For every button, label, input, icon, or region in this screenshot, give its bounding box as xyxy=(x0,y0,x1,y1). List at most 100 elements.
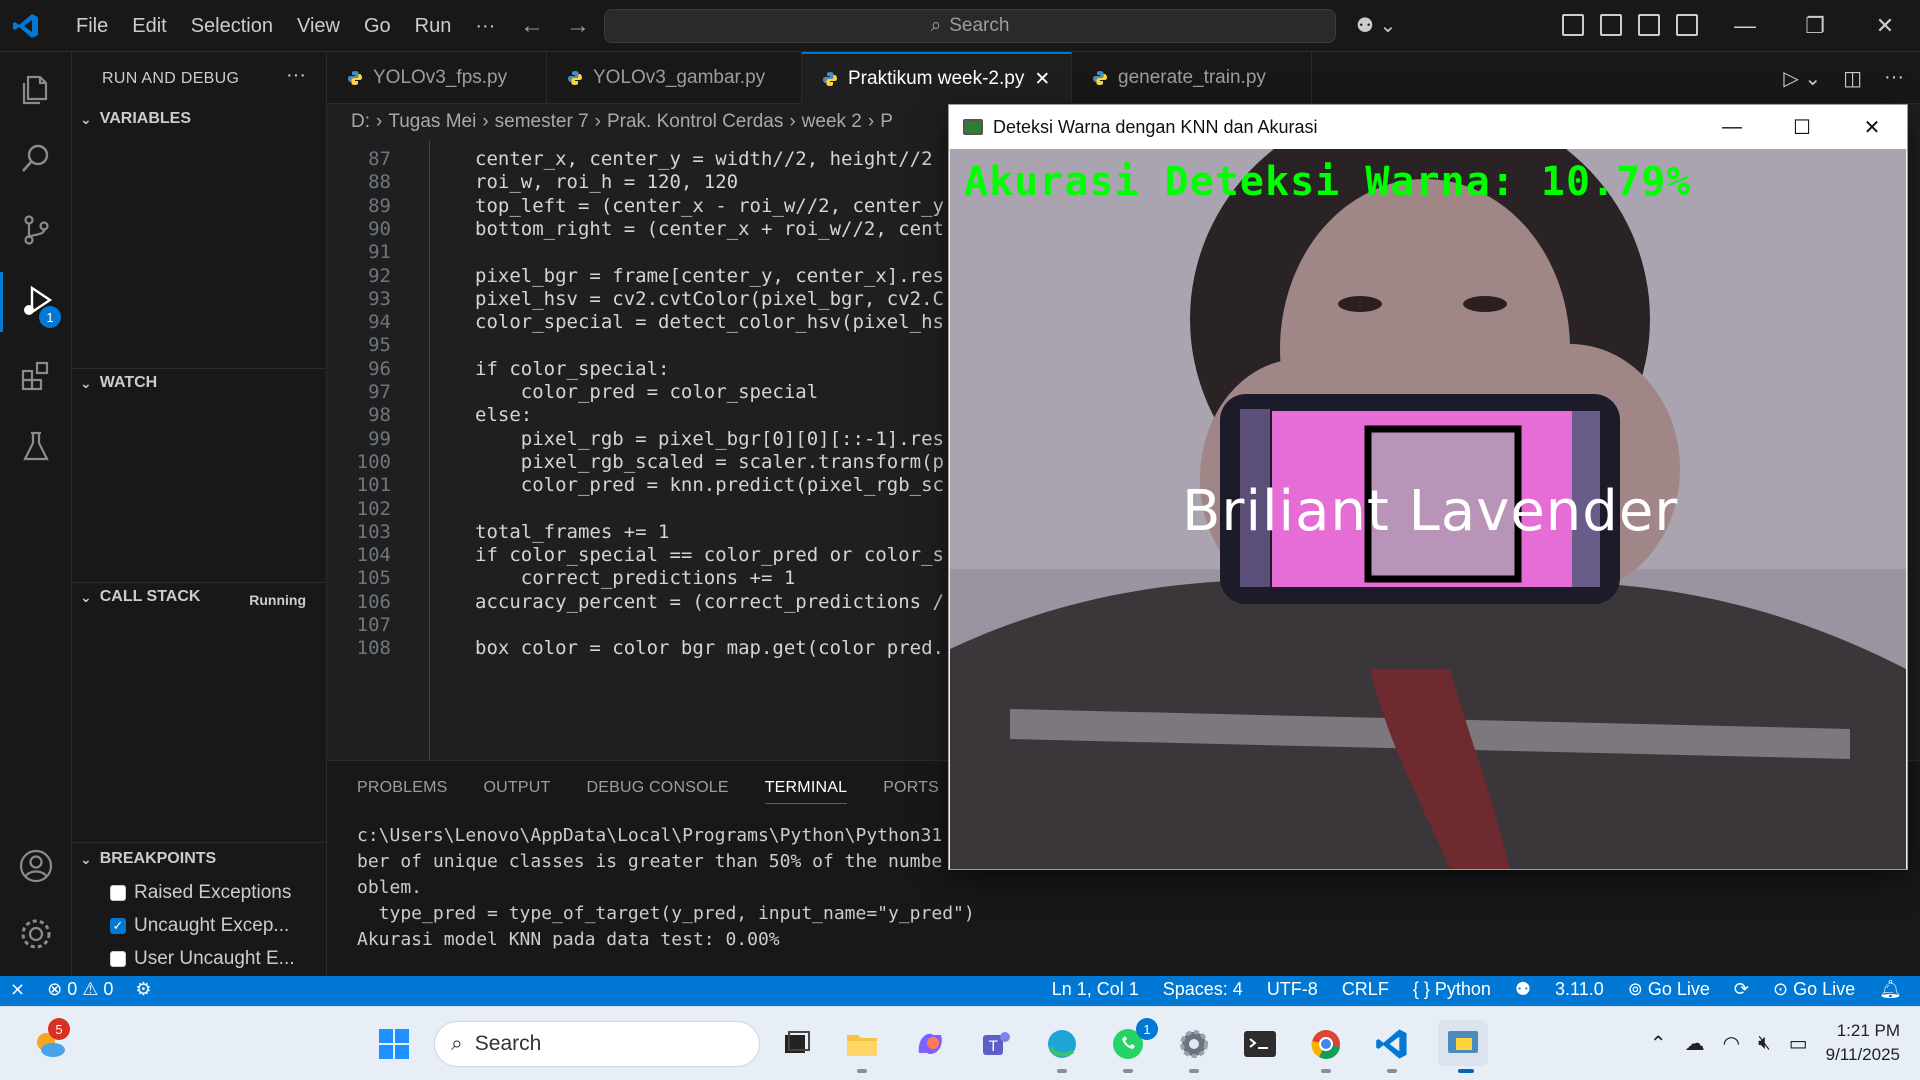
run-and-debug-icon[interactable]: 1 xyxy=(0,272,72,332)
tab-generate-train[interactable]: generate_train.py xyxy=(1072,52,1312,104)
source-control-icon[interactable] xyxy=(0,200,72,260)
settings-gear-icon[interactable] xyxy=(1174,1024,1214,1064)
terminal-output[interactable]: c:\Users\Lenovo\AppData\Local\Programs\P… xyxy=(357,823,975,953)
breadcrumb-item[interactable]: semester 7 xyxy=(495,111,589,133)
volume-muted-icon[interactable]: 🔇︎ xyxy=(1758,1032,1771,1055)
callstack-section-header[interactable]: ⌄ CALL STACK xyxy=(80,588,200,606)
tab-ports[interactable]: PORTS xyxy=(883,779,939,804)
vscode-taskbar-icon[interactable] xyxy=(1372,1024,1412,1064)
tab-problems[interactable]: PROBLEMS xyxy=(357,779,448,804)
show-hidden-icons-chevron-up-icon[interactable]: ⌃ xyxy=(1650,1031,1667,1056)
encoding[interactable]: UTF-8 xyxy=(1267,979,1318,1000)
tab-praktikum-week-2[interactable]: Praktikum week-2.py ✕ xyxy=(802,52,1072,104)
remote-icon[interactable]: ⨯ xyxy=(10,979,25,1000)
go-live-button-1[interactable]: ⊚ Go Live xyxy=(1628,979,1710,1000)
customize-layout-icon[interactable] xyxy=(1562,14,1584,36)
tab-yolov3-fps[interactable]: YOLOv3_fps.py xyxy=(327,52,547,104)
tab-output[interactable]: OUTPUT xyxy=(484,779,551,804)
manage-gear-icon[interactable] xyxy=(0,904,72,964)
accounts-icon[interactable] xyxy=(0,836,72,896)
checkbox[interactable] xyxy=(110,885,126,901)
breakpoint-uncaught-exceptions[interactable]: ✓ Uncaught Excep... xyxy=(110,915,289,937)
explorer-icon[interactable] xyxy=(0,60,72,120)
breadcrumb-item[interactable]: week 2 xyxy=(802,111,862,133)
breadcrumb-item[interactable]: Tugas Mei xyxy=(388,111,476,133)
search-view-icon[interactable] xyxy=(0,128,72,188)
edge-browser-icon[interactable] xyxy=(1042,1024,1082,1064)
accuracy-overlay-text: Akurasi Deteksi Warna: 10.79% xyxy=(964,159,1692,205)
notifications-bell-icon[interactable]: 🔔︎ xyxy=(1879,979,1902,1000)
extensions-icon[interactable] xyxy=(0,346,72,406)
close-icon[interactable]: ✕ xyxy=(1850,0,1920,52)
opencv-title-bar[interactable]: Deteksi Warna dengan KNN dan Akurasi — ☐… xyxy=(949,105,1907,149)
debug-status-icon[interactable]: ⚙ xyxy=(135,979,151,1000)
breadcrumb-item[interactable]: D: xyxy=(351,111,370,133)
clock[interactable]: 1:21 PM 9/11/2025 xyxy=(1826,1019,1900,1067)
tab-yolov3-gambar[interactable]: YOLOv3_gambar.py xyxy=(547,52,802,104)
taskbar-search[interactable]: ⌕ Search xyxy=(434,1021,760,1067)
tab-close-icon[interactable]: ✕ xyxy=(1034,68,1050,91)
menu-file[interactable]: File xyxy=(64,15,120,38)
python-version[interactable]: 3.11.0 xyxy=(1555,979,1604,1000)
sidebar-more-icon[interactable]: ··· xyxy=(286,64,306,87)
restore-icon[interactable]: ❐ xyxy=(1780,0,1850,52)
whatsapp-icon[interactable]: 1 xyxy=(1108,1018,1158,1064)
checkbox-checked[interactable]: ✓ xyxy=(110,918,126,934)
python-app-icon[interactable] xyxy=(1438,1020,1488,1066)
problems-status[interactable]: ⊗ 0 ⚠ 0 xyxy=(47,979,113,1000)
breakpoints-section-header[interactable]: ⌄ BREAKPOINTS xyxy=(80,850,216,868)
opencv-window[interactable]: Deteksi Warna dengan KNN dan Akurasi — ☐… xyxy=(948,104,1908,870)
weather-widget-icon[interactable]: 5 xyxy=(30,1018,70,1064)
maximize-icon[interactable]: ☐ xyxy=(1767,105,1837,149)
copilot-status-icon[interactable]: ⚉ xyxy=(1515,979,1531,1000)
chrome-icon[interactable] xyxy=(1306,1024,1346,1064)
python-file-icon xyxy=(1093,71,1107,85)
watch-section-header[interactable]: ⌄ WATCH xyxy=(80,374,157,392)
callstack-status: Running xyxy=(249,592,306,608)
testing-flask-icon[interactable] xyxy=(0,416,72,476)
code-editor[interactable]: 87 center_x, center_y = width//2, height/… xyxy=(327,140,957,760)
toggle-secondary-sidebar-icon[interactable] xyxy=(1676,14,1698,36)
back-arrow-icon[interactable]: ← xyxy=(520,12,544,40)
close-icon[interactable]: ✕ xyxy=(1837,105,1907,149)
line-ending[interactable]: CRLF xyxy=(1342,979,1389,1000)
teams-icon[interactable]: T xyxy=(976,1024,1016,1064)
file-explorer-icon[interactable] xyxy=(842,1024,882,1064)
toggle-primary-sidebar-icon[interactable] xyxy=(1600,14,1622,36)
menu-view[interactable]: View xyxy=(285,15,352,38)
breakpoint-raised-exceptions[interactable]: Raised Exceptions xyxy=(110,882,291,904)
battery-icon[interactable]: ▭ xyxy=(1789,1031,1808,1056)
menu-edit[interactable]: Edit xyxy=(120,15,178,38)
toggle-panel-icon[interactable] xyxy=(1638,14,1660,36)
copilot-app-icon[interactable] xyxy=(910,1024,950,1064)
minimize-icon[interactable]: — xyxy=(1710,0,1780,52)
breakpoint-user-uncaught[interactable]: User Uncaught E... xyxy=(110,948,295,970)
language-mode[interactable]: { } Python xyxy=(1413,979,1491,1000)
run-play-icon[interactable]: ▷ ⌄ xyxy=(1783,66,1821,91)
menu-run[interactable]: Run xyxy=(403,15,464,38)
sync-icon[interactable]: ⟳ xyxy=(1734,979,1749,1000)
menu-more[interactable]: ··· xyxy=(463,15,507,38)
task-view-icon[interactable] xyxy=(776,1024,816,1064)
checkbox[interactable] xyxy=(110,951,126,967)
variables-section-header[interactable]: ⌄ VARIABLES xyxy=(80,110,191,128)
copilot-menu-icon[interactable]: ⚉ ⌄ xyxy=(1356,13,1396,38)
more-actions-icon[interactable]: ··· xyxy=(1884,66,1904,91)
cloud-off-icon[interactable]: ☁ xyxy=(1685,1031,1705,1056)
forward-arrow-icon[interactable]: → xyxy=(566,12,590,40)
breadcrumb-item[interactable]: Prak. Kontrol Cerdas xyxy=(607,111,783,133)
split-editor-icon[interactable]: ◫ xyxy=(1843,66,1862,91)
indentation[interactable]: Spaces: 4 xyxy=(1163,979,1243,1000)
minimize-icon[interactable]: — xyxy=(1697,105,1767,149)
tab-terminal[interactable]: TERMINAL xyxy=(764,779,848,804)
go-live-button-2[interactable]: ⊙ Go Live xyxy=(1773,979,1855,1000)
start-windows-icon[interactable] xyxy=(374,1024,414,1064)
wifi-icon[interactable]: ◠ xyxy=(1723,1031,1740,1056)
menu-go[interactable]: Go xyxy=(352,15,403,38)
command-center-search[interactable]: ⌕ Search xyxy=(604,9,1336,43)
menu-selection[interactable]: Selection xyxy=(179,15,285,38)
tab-debug-console[interactable]: DEBUG CONSOLE xyxy=(587,779,729,804)
cursor-position[interactable]: Ln 1, Col 1 xyxy=(1052,979,1139,1000)
breadcrumb-item[interactable]: P xyxy=(880,111,893,133)
terminal-app-icon[interactable] xyxy=(1240,1024,1280,1064)
